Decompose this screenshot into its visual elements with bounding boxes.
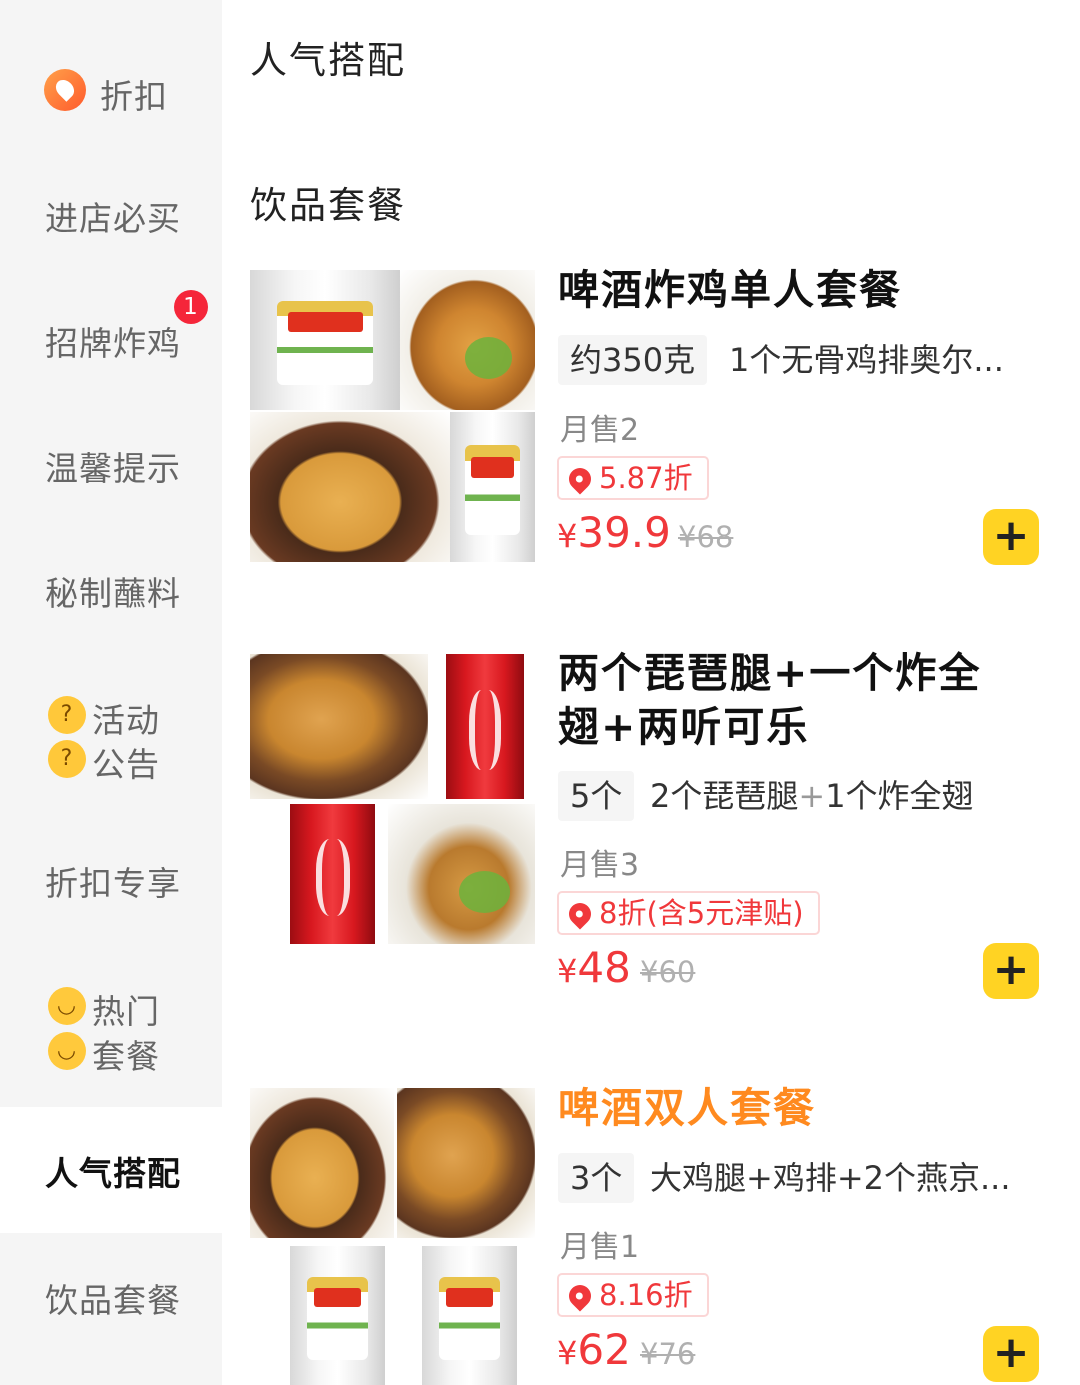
product-spec: 约350克 [558, 335, 708, 385]
add-to-cart-button[interactable]: + [983, 509, 1039, 565]
discount-tag-icon [564, 898, 596, 930]
product-title-line1[interactable]: 两个琵琶腿+一个炸全 [558, 646, 981, 700]
sidebar-item-discount-exclusive[interactable]: 折扣专享 [0, 845, 222, 915]
add-to-cart-button[interactable]: + [983, 1326, 1039, 1382]
discount-tag: 5.87折 [557, 456, 709, 500]
beer-can-image [422, 1246, 517, 1385]
category-sidebar: 折扣 进店必买 招牌炸鸡 1 温馨提示 秘制蘸料 ? 活动 ? 公告 折扣专享 … [0, 0, 222, 1385]
unread-badge: 1 [174, 290, 208, 324]
original-price: ¥60 [640, 955, 696, 989]
chicken-wing-image [388, 804, 535, 944]
sidebar-item-label: 折扣 [100, 77, 168, 116]
product-description: 2个琵琶腿+1个炸全翅 [650, 771, 974, 821]
thinking-face-icon: ? [48, 696, 86, 734]
section-title-popular: 人气搭配 [250, 39, 406, 82]
smiling-face-icon: ◡ [48, 987, 86, 1025]
currency-symbol: ¥ [557, 517, 578, 555]
sidebar-item-drinks[interactable]: 饮品套餐 [0, 1262, 222, 1332]
original-price: ¥68 [678, 520, 734, 554]
sidebar-item-label: 进店必买 [45, 199, 181, 238]
sidebar-item-label-line1: 热门 [92, 992, 160, 1031]
sidebar-item-label: 折扣专享 [45, 864, 181, 903]
fried-chicken-image [400, 270, 535, 410]
product-image[interactable] [250, 654, 535, 944]
monthly-sales: 月售1 [560, 1230, 640, 1265]
product-title[interactable]: 啤酒双人套餐 [558, 1081, 816, 1135]
discount-tag-icon [564, 1280, 596, 1312]
discount-tag-icon [564, 463, 596, 495]
discount-text: 8折(含5元津贴) [599, 896, 804, 930]
product-spec: 3个 [558, 1153, 635, 1203]
smiling-face-icon: ◡ [48, 1032, 86, 1070]
product-title-line2[interactable]: 翅+两听可乐 [558, 700, 809, 754]
product-image[interactable] [250, 1088, 535, 1385]
price-value: 39.9 [577, 508, 671, 557]
sidebar-item-tips[interactable]: 温馨提示 [0, 430, 222, 500]
sidebar-item-label-line2: 套餐 [92, 1037, 160, 1076]
sidebar-item-label-line2: 公告 [92, 745, 160, 784]
description-part: 1个炸全翅 [825, 777, 974, 815]
beer-can-image [290, 1246, 385, 1385]
product-description: 大鸡腿+鸡排+2个燕京... [650, 1159, 1011, 1197]
discount-text: 8.16折 [599, 1278, 693, 1312]
fried-chicken-leg-image [397, 1088, 535, 1238]
currency-symbol: ¥ [557, 952, 578, 990]
price: ¥62 [557, 1325, 631, 1374]
sidebar-item-label: 饮品套餐 [45, 1281, 181, 1320]
sidebar-item-label: 秘制蘸料 [45, 574, 181, 613]
sidebar-item-must-buy[interactable]: 进店必买 [0, 180, 222, 250]
discount-pin-icon [44, 69, 86, 111]
discount-tag: 8折(含5元津贴) [557, 891, 820, 935]
monthly-sales: 月售3 [560, 848, 640, 883]
price-value: 62 [577, 1325, 631, 1374]
price: ¥48 [557, 943, 631, 992]
discount-text: 5.87折 [599, 461, 693, 495]
thinking-face-icon: ? [48, 740, 86, 778]
sidebar-item-label: 温馨提示 [45, 449, 181, 488]
discount-tag: 8.16折 [557, 1273, 709, 1317]
description-plus: + [798, 777, 826, 815]
sidebar-item-discount[interactable]: 折扣 [0, 58, 222, 128]
sidebar-item-label: 招牌炸鸡 [45, 324, 181, 363]
product-spec: 5个 [558, 771, 635, 821]
chicken-cutlet-image [250, 412, 450, 562]
product-description: 1个无骨鸡排奥尔... [729, 341, 1004, 379]
description-part: 2个琵琶腿 [650, 777, 799, 815]
coke-can-image [290, 804, 375, 944]
beer-can-image [450, 412, 535, 562]
sidebar-item-popular[interactable]: 人气搭配 [0, 1107, 222, 1233]
sidebar-item-label-line1: 活动 [92, 701, 160, 740]
product-image[interactable] [250, 270, 535, 562]
coke-can-image [446, 654, 524, 799]
sidebar-item-label: 人气搭配 [45, 1154, 181, 1193]
original-price: ¥76 [640, 1337, 696, 1371]
price: ¥39.9 [557, 508, 671, 557]
drumsticks-image [250, 654, 428, 799]
sidebar-item-signature-chicken[interactable]: 招牌炸鸡 1 [0, 290, 222, 375]
currency-symbol: ¥ [557, 1334, 578, 1372]
sidebar-item-announcement[interactable]: ? 活动 ? 公告 [0, 690, 222, 790]
sidebar-item-sauce[interactable]: 秘制蘸料 [0, 555, 222, 625]
monthly-sales: 月售2 [560, 413, 640, 448]
chicken-cutlet-image [250, 1088, 394, 1238]
price-value: 48 [577, 943, 631, 992]
product-title[interactable]: 啤酒炸鸡单人套餐 [558, 263, 902, 317]
beer-can-image [250, 270, 400, 410]
add-to-cart-button[interactable]: + [983, 943, 1039, 999]
sidebar-item-hot-combo[interactable]: ◡ 热门 ◡ 套餐 [0, 982, 222, 1082]
section-title-drinks: 饮品套餐 [250, 184, 406, 227]
